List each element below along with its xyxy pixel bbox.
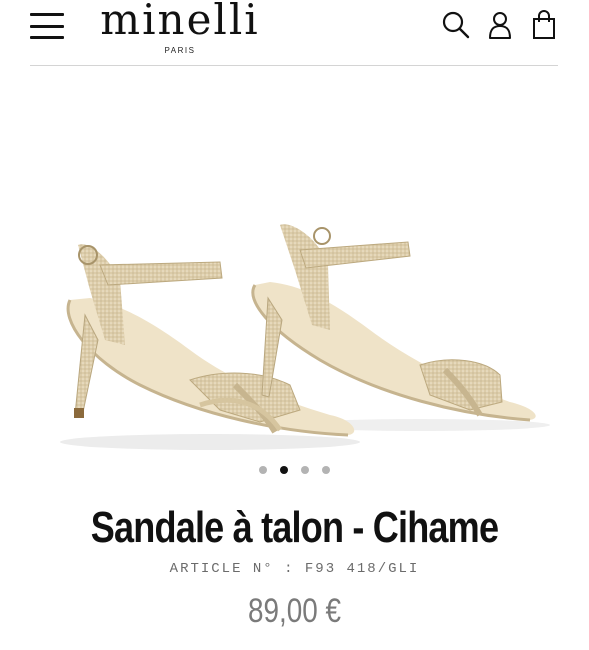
header-actions [441,10,559,40]
article-number: ARTICLE N° : F93 418/GLI [169,561,420,577]
account-icon[interactable] [485,10,515,40]
product-image[interactable] [30,170,558,470]
gallery-pagination [0,466,589,474]
product-title: Sandale à talon - Cihame [90,503,499,552]
brand-subtitle: PARIS [164,46,196,55]
right-sandal [251,224,536,422]
gallery-dot[interactable] [259,466,267,474]
site-header: minelli PARIS [0,0,589,66]
menu-icon[interactable] [30,13,64,39]
gallery-dot-active[interactable] [280,466,288,474]
brand-logo[interactable]: minelli PARIS [94,0,266,56]
gallery-dot[interactable] [301,466,309,474]
shopping-bag-icon[interactable] [529,10,559,40]
brand-name: minelli [100,0,260,44]
search-icon[interactable] [441,10,471,40]
product-price: 89,00 € [247,592,342,630]
gallery-dot[interactable] [322,466,330,474]
header-divider [30,65,558,66]
